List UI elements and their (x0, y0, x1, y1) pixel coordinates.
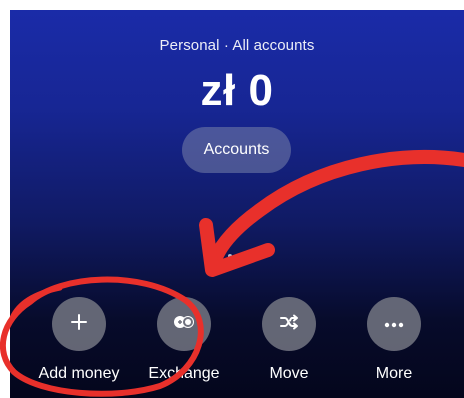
move-action[interactable]: Move (239, 297, 339, 387)
more-action[interactable]: More (344, 297, 444, 387)
add-money-action[interactable]: Add money (29, 297, 129, 387)
shuffle-icon (279, 314, 299, 335)
pager-dots[interactable] (228, 254, 248, 258)
balance-amount: zł 0 (200, 66, 274, 115)
pager-dot (244, 254, 248, 258)
move-label: Move (269, 365, 309, 382)
exchange-icon (173, 314, 195, 335)
account-scope-label: Personal · All accounts (159, 37, 315, 54)
screenshot-frame: Personal · All accounts zł 0 Accounts Ad… (0, 0, 464, 398)
add-money-button[interactable] (52, 297, 106, 351)
account-panel: Personal · All accounts zł 0 Accounts Ad… (10, 10, 464, 398)
more-dots-icon (384, 315, 404, 333)
exchange-action[interactable]: Exchange (134, 297, 234, 387)
pager-dot (228, 254, 232, 258)
exchange-label: Exchange (148, 365, 220, 382)
move-button[interactable] (262, 297, 316, 351)
more-button[interactable] (367, 297, 421, 351)
more-label: More (375, 365, 413, 382)
add-money-label: Add money (38, 365, 120, 382)
exchange-button[interactable] (157, 297, 211, 351)
pager-dot (236, 254, 240, 258)
plus-icon (70, 313, 88, 336)
accounts-button[interactable]: Accounts (182, 127, 291, 173)
